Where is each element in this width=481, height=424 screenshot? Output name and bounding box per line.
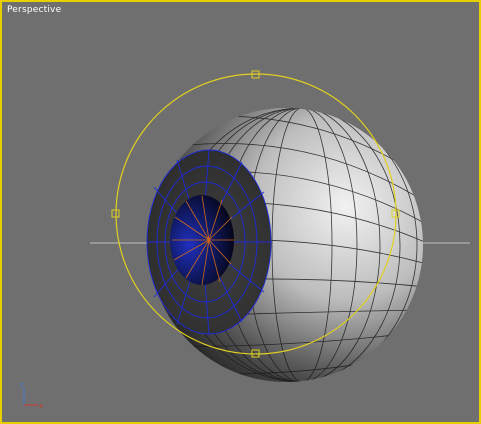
- axis-tripod: z x: [20, 381, 43, 410]
- axis-label-x: x: [39, 402, 43, 410]
- axis-label-z: z: [20, 381, 24, 389]
- perspective-viewport[interactable]: Perspective z x: [0, 0, 481, 424]
